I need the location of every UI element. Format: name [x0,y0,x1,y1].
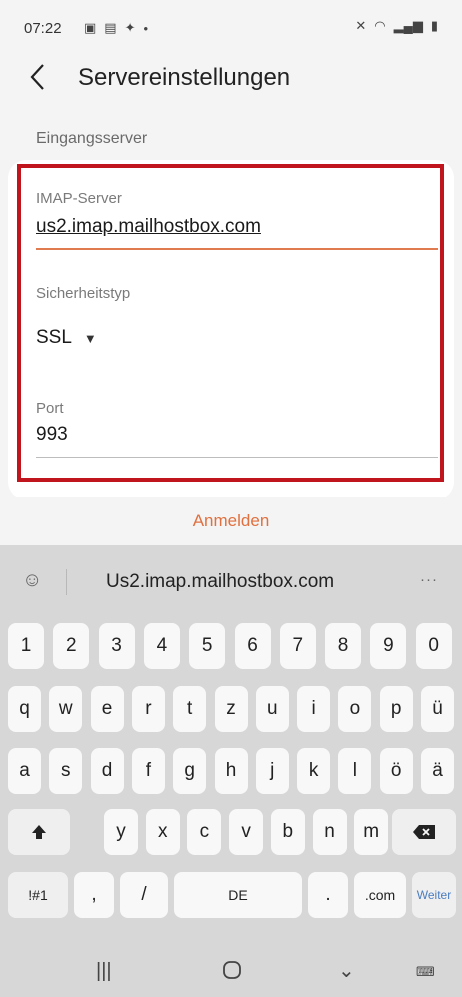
key[interactable]: ü [421,686,454,732]
key[interactable]: 3 [98,623,135,669]
suggestion-divider [66,569,67,595]
login-bar: Anmelden [0,497,462,545]
key[interactable]: n [312,809,347,855]
imap-field-underline [36,248,438,250]
port-field[interactable]: 993 [36,424,68,446]
space-key[interactable]: DE [174,872,302,918]
key[interactable]: q [8,686,41,732]
login-button[interactable]: Anmelden [0,497,462,545]
dotcom-key[interactable]: .com [354,872,406,918]
highlight-frame [17,164,444,482]
keyboard: ☺ Us2.imap.mailhostbox.com ··· 123456789… [0,545,462,997]
home-icon[interactable] [222,960,242,986]
card-icon: ▤ [104,20,117,35]
key[interactable]: r [131,686,165,732]
security-type-value: SSL [36,327,72,348]
key[interactable]: g [173,748,207,794]
key[interactable]: m [354,809,389,855]
dot-icon: • [143,20,149,36]
backspace-key[interactable] [392,809,456,855]
key[interactable]: o [338,686,372,732]
shift-key[interactable] [8,809,70,855]
key[interactable]: 5 [189,623,226,669]
port-label: Port [36,400,64,417]
dot-key[interactable]: . [308,872,348,918]
key[interactable]: t [173,686,207,732]
twitter-icon: ✦ [124,20,136,35]
key[interactable]: a [8,748,41,794]
status-time: 07:22 [24,20,62,37]
key[interactable]: p [379,686,413,732]
key[interactable]: 2 [53,623,90,669]
security-type-select[interactable]: SSL ▼ [36,327,97,349]
backspace-icon [413,825,435,839]
navigation-bar: ||| ⌄ ⌨ [0,946,462,997]
shift-icon [32,825,46,839]
key[interactable]: c [187,809,222,855]
suggestion-bar: ☺ Us2.imap.mailhostbox.com ··· [0,545,462,619]
port-field-underline [36,457,438,458]
battery-icon: ▮ [430,18,438,33]
key[interactable]: h [214,748,248,794]
keyboard-switch-icon[interactable]: ⌨ [416,964,435,980]
top-app-bar: Servereinstellungen [0,50,462,112]
back-arrow-icon[interactable] [28,62,60,98]
key[interactable]: 6 [234,623,271,669]
key[interactable]: s [49,748,83,794]
page-title: Servereinstellungen [78,64,291,91]
key[interactable]: l [338,748,372,794]
key[interactable]: y [104,809,138,855]
symbols-key[interactable]: !#1 [8,872,68,918]
key[interactable]: ö [379,748,413,794]
status-bar: 07:22 ▣ ▤ ✦ • ✕ ◠ ▂▄▆ ▮ [0,0,462,50]
section-label: Eingangsserver [36,130,148,147]
suggestion-text[interactable]: Us2.imap.mailhostbox.com [106,571,334,593]
key[interactable]: e [90,686,124,732]
recent-apps-icon[interactable]: ||| [96,960,112,983]
mute-icon: ✕ [355,18,367,33]
image-icon: ▣ [84,20,97,35]
key[interactable]: f [131,748,165,794]
emoji-icon[interactable]: ☺ [22,569,42,592]
key[interactable]: x [145,809,180,855]
key[interactable]: 7 [279,623,316,669]
key[interactable]: z [214,686,248,732]
key[interactable]: 1 [8,623,44,669]
dropdown-arrow-icon: ▼ [83,330,97,346]
key[interactable]: ä [421,748,454,794]
key[interactable]: d [90,748,124,794]
next-key[interactable]: Weiter [412,872,456,918]
key[interactable]: j [255,748,289,794]
key[interactable]: w [49,686,83,732]
status-left-icons: ▣ ▤ ✦ • [84,20,148,36]
key[interactable]: k [297,748,331,794]
key[interactable]: 0 [415,623,452,669]
key[interactable]: 4 [143,623,180,669]
comma-key[interactable]: , [74,872,114,918]
security-type-label: Sicherheitstyp [36,285,131,302]
key[interactable]: v [229,809,264,855]
imap-server-label: IMAP-Server [36,190,122,207]
wifi-icon: ◠ [374,18,386,33]
status-right-icons: ✕ ◠ ▂▄▆ ▮ [355,18,438,34]
slash-key[interactable]: / [120,872,168,918]
key[interactable]: u [255,686,289,732]
hide-keyboard-icon[interactable]: ⌄ [338,958,355,983]
key[interactable]: 9 [370,623,407,669]
imap-server-field[interactable]: us2.imap.mailhostbox.com [36,216,261,238]
key[interactable]: 8 [325,623,362,669]
key[interactable]: i [297,686,331,732]
key[interactable]: b [270,809,305,855]
more-options-icon[interactable]: ··· [420,571,438,588]
signal-icon: ▂▄▆ [393,18,423,33]
